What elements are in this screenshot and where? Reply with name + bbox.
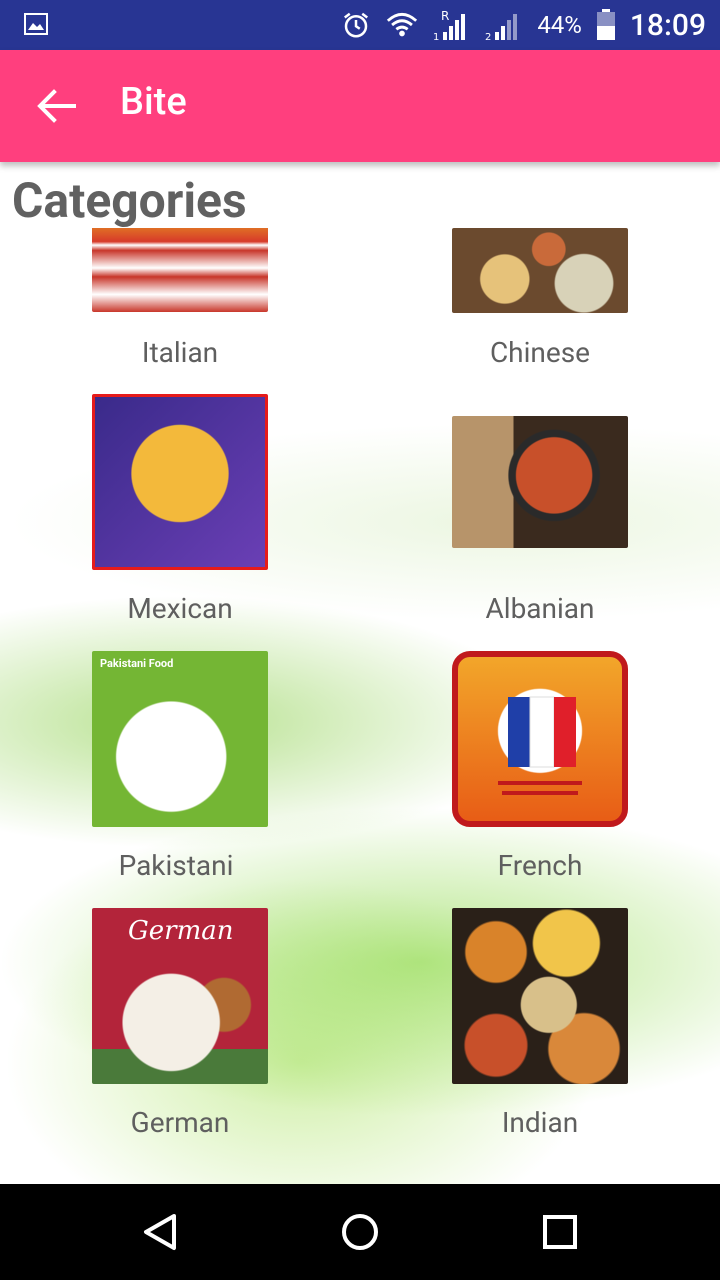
albanian-food-image [452,416,628,548]
page-title: Categories [12,172,247,229]
signal-icon: 2 [485,14,518,42]
wifi-icon [387,12,418,37]
chinese-food-image [452,228,628,313]
status-icons: R 1 2 44% 18:09 [341,0,706,50]
image-caption: Pakistani Food [100,657,174,670]
category-grid[interactable]: Italian Chinese Mexican Albanian Pakista… [0,228,720,1184]
german-food-image: German [92,908,268,1084]
category-indian[interactable]: Indian [360,908,720,1158]
category-label: Pakistani [118,849,234,882]
image-caption: German [128,916,234,946]
home-icon[interactable] [336,1208,384,1256]
mexican-food-image [92,394,268,570]
battery-icon [596,9,615,40]
main-content: Categories Italian Chinese Mexican Alban… [0,162,720,1184]
italian-food-image [92,228,268,312]
category-mexican[interactable]: Mexican [0,394,360,644]
indian-food-image [452,908,628,1084]
status-bar: R 1 2 44% 18:09 [0,0,720,50]
navigation-bar [0,1184,720,1280]
category-pakistani[interactable]: Pakistani Food Pakistani [0,651,360,901]
category-french[interactable]: French [360,651,720,901]
category-albanian[interactable]: Albanian [360,394,720,644]
alarm-icon [344,12,369,38]
recents-icon[interactable] [536,1208,584,1256]
svg-text:2: 2 [485,32,491,42]
battery-percent: 44% [537,11,582,39]
category-label: French [497,849,583,882]
category-label: Albanian [485,592,595,625]
clock: 18:09 [629,7,706,43]
category-italian[interactable]: Italian [0,228,360,388]
category-label: Mexican [127,592,233,625]
signal-icon: R 1 [433,9,466,42]
back-icon[interactable] [136,1208,184,1256]
category-label: Italian [141,336,219,369]
pakistani-food-image: Pakistani Food [92,651,268,827]
french-chef-hat-image [452,651,628,827]
gallery-icon [24,13,48,35]
svg-text:R: R [441,9,449,23]
category-chinese[interactable]: Chinese [360,228,720,388]
svg-text:1: 1 [433,32,439,42]
app-bar: Bite [0,50,720,162]
back-arrow-icon[interactable] [34,86,78,126]
category-label: Chinese [489,336,591,369]
category-label: German [130,1106,230,1139]
category-german[interactable]: German German [0,908,360,1158]
app-title: Bite [120,80,187,124]
category-label: Indian [501,1106,579,1139]
